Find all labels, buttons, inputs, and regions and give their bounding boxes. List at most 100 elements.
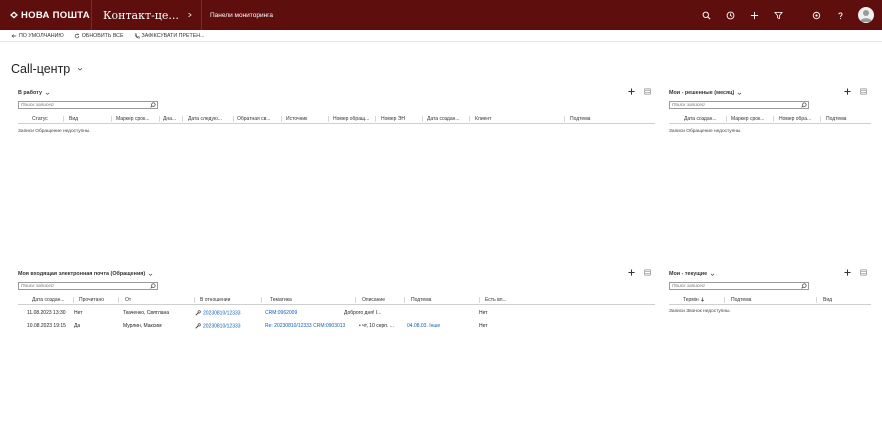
panel-my-email-header[interactable]: Моя входящая электронная почта (Обращени… [18, 271, 153, 277]
column-header[interactable]: Дата создан... [427, 116, 471, 122]
column-divider[interactable] [820, 116, 821, 122]
column-header[interactable]: Подтема [411, 297, 471, 303]
column-header-sortable[interactable]: Термін [683, 297, 723, 303]
column-divider[interactable] [233, 116, 234, 122]
search-icon[interactable] [799, 283, 808, 289]
column-divider[interactable] [479, 297, 480, 303]
column-divider[interactable] [773, 116, 774, 122]
regarding-link[interactable]: 20230810/12333 [203, 323, 241, 329]
search-input[interactable] [670, 283, 799, 289]
column-divider[interactable] [816, 297, 817, 303]
column-header[interactable]: Описание [362, 297, 402, 303]
column-header[interactable]: В отношении [200, 297, 260, 303]
column-header[interactable]: Обратная св... [237, 116, 281, 122]
column-header[interactable]: От [125, 297, 195, 303]
cell-topic[interactable]: Re: 20230810/12333 CRM:0903013 [265, 323, 355, 329]
search-input[interactable] [19, 283, 148, 289]
column-header[interactable]: Прочитано [79, 297, 117, 303]
search-input[interactable] [19, 102, 148, 108]
column-divider[interactable] [422, 116, 423, 122]
panel-my-current-header[interactable]: Мои - текущие [669, 271, 715, 277]
app-title[interactable]: Контакт-це... [92, 9, 187, 22]
column-divider[interactable] [726, 116, 727, 122]
cell-topic[interactable]: CRM:0962009 [265, 310, 355, 316]
column-header[interactable]: Дата создан... [32, 297, 72, 303]
column-divider[interactable] [469, 116, 470, 122]
search-icon[interactable] [799, 102, 808, 108]
record-claim-button[interactable]: ЗАФІКСУВАТИ ПРЕТЕН... [134, 33, 205, 39]
column-divider[interactable] [182, 116, 183, 122]
table-row[interactable]: 11.08.2023 13:30 Нет Ткаченко, Святлана … [18, 307, 655, 319]
plus-icon[interactable] [742, 0, 766, 30]
search-input[interactable] [670, 102, 799, 108]
default-button[interactable]: ПО УМОЛЧАНИЮ [11, 33, 64, 39]
column-header[interactable]: Тематика [270, 297, 350, 303]
column-header[interactable]: Клиент [475, 116, 555, 122]
column-header[interactable]: Маркер срок... [116, 116, 158, 122]
search-icon[interactable] [148, 283, 157, 289]
column-header[interactable]: Подтема [570, 116, 650, 122]
gear-icon[interactable] [804, 0, 828, 30]
panel-my-resolved-search[interactable] [669, 101, 809, 109]
panel-in-work-header[interactable]: В работу [18, 90, 50, 96]
column-divider[interactable] [564, 116, 565, 122]
help-icon[interactable] [828, 0, 852, 30]
filter-icon[interactable] [766, 0, 790, 30]
dashboard-title[interactable]: Call-центр [11, 62, 83, 76]
add-record-plus-icon[interactable] [623, 87, 639, 96]
cell-regarding[interactable]: 20230810/12333 [195, 323, 267, 329]
user-avatar-icon[interactable] [858, 7, 874, 23]
column-header[interactable]: Номер обра... [779, 116, 819, 122]
area-selector[interactable]: Панели мониторинга [201, 0, 321, 30]
add-record-plus-icon[interactable] [839, 268, 855, 277]
panel-my-email-search[interactable] [18, 282, 158, 290]
table-row[interactable]: 10.08.2023 19:15 Да Мурлин, Максим 20230… [18, 320, 655, 332]
column-header[interactable]: Подтема [731, 297, 791, 303]
app-switcher-chevron-icon[interactable] [187, 12, 194, 19]
view-records-icon[interactable] [855, 268, 871, 277]
column-divider[interactable] [328, 116, 329, 122]
column-divider[interactable] [404, 297, 405, 303]
column-header[interactable]: Вид [823, 297, 853, 303]
column-header[interactable]: Есть вл... [485, 297, 515, 303]
cell-from[interactable]: Ткаченко, Святлана [123, 310, 195, 316]
column-header[interactable]: Подтема [826, 116, 866, 122]
column-header[interactable]: Номер ЭН [381, 116, 423, 122]
search-icon[interactable] [148, 102, 157, 108]
column-divider[interactable] [73, 297, 74, 303]
column-header[interactable]: Источник [286, 116, 330, 122]
column-divider[interactable] [194, 297, 195, 303]
cell-from[interactable]: Мурлин, Максим [123, 323, 195, 329]
column-divider[interactable] [375, 116, 376, 122]
panel-my-resolved-header[interactable]: Мои - решенные (месяц) [669, 90, 742, 96]
column-divider[interactable] [281, 116, 282, 122]
column-header[interactable]: Статус [32, 116, 62, 122]
nova-poshta-logo[interactable]: НОВА ПОШТА [0, 0, 92, 30]
column-header[interactable]: Дата создан... [684, 116, 726, 122]
panel-my-current-search[interactable] [669, 282, 809, 290]
cell-regarding[interactable]: 20230810/12333 [195, 310, 267, 316]
panel-in-work-search[interactable] [18, 101, 158, 109]
view-records-icon[interactable] [639, 268, 655, 277]
view-records-icon[interactable] [639, 87, 655, 96]
column-divider[interactable] [724, 297, 725, 303]
cell-subtopic[interactable]: 04.08.03. Інше [407, 323, 475, 329]
history-icon[interactable] [718, 0, 742, 30]
column-header[interactable]: Маркер срок... [731, 116, 773, 122]
column-divider[interactable] [159, 116, 160, 122]
column-divider[interactable] [118, 297, 119, 303]
column-header[interactable]: Дата следую... [188, 116, 232, 122]
column-divider[interactable] [355, 297, 356, 303]
refresh-all-button[interactable]: ОБНОВИТЬ ВСЕ [74, 33, 124, 39]
regarding-link[interactable]: 20230810/12333 [203, 310, 241, 316]
column-header[interactable]: Вид [69, 116, 111, 122]
column-divider[interactable] [63, 116, 64, 122]
add-record-plus-icon[interactable] [839, 87, 855, 96]
column-divider[interactable] [261, 297, 262, 303]
column-header[interactable]: Номер обращ... [333, 116, 375, 122]
add-record-plus-icon[interactable] [623, 268, 639, 277]
column-header[interactable]: Дна... [163, 116, 181, 122]
view-records-icon[interactable] [855, 87, 871, 96]
column-divider[interactable] [111, 116, 112, 122]
search-icon[interactable] [694, 0, 718, 30]
